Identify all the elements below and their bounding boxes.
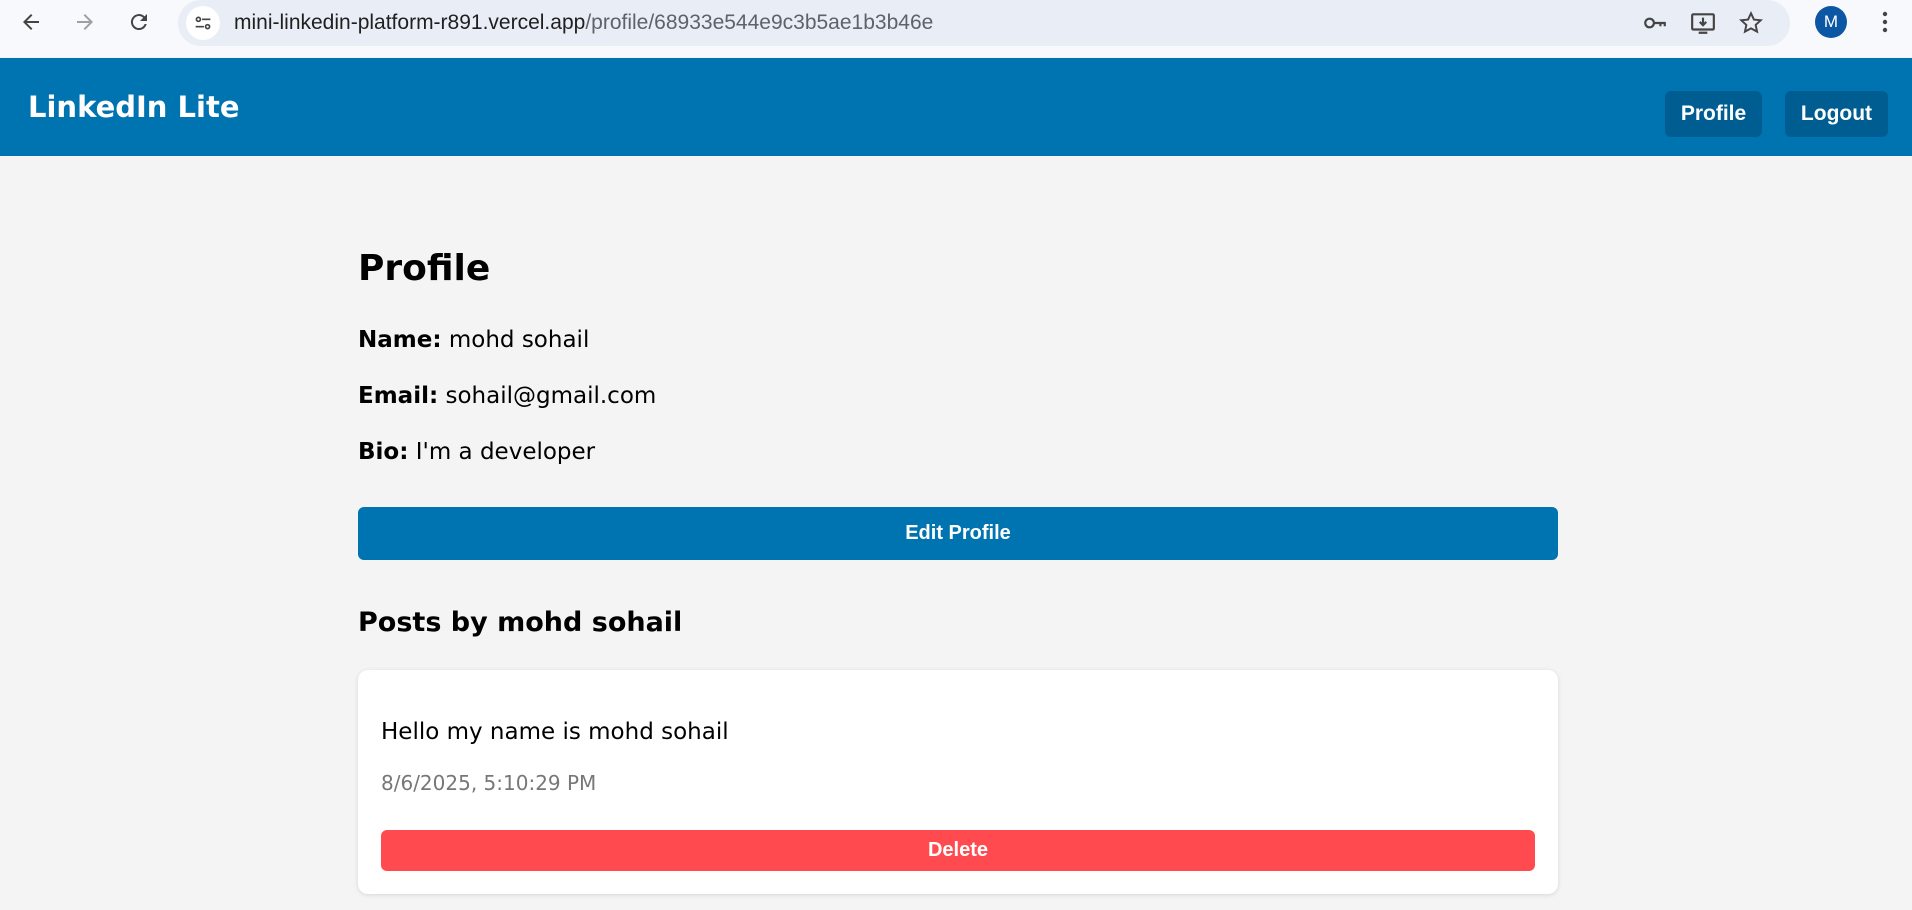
name-value: mohd sohail <box>448 327 590 353</box>
star-icon[interactable] <box>1736 8 1766 38</box>
logout-button[interactable]: Logout <box>1785 91 1888 137</box>
key-icon[interactable] <box>1640 8 1670 38</box>
post-timestamp: 8/6/2025, 5:10:29 PM <box>381 771 597 795</box>
forward-icon[interactable] <box>65 2 105 42</box>
post-card: Hello my name is mohd sohail 8/6/2025, 5… <box>358 670 1558 894</box>
name-label: Name: <box>358 327 442 353</box>
url-host: mini-linkedin-platform-r891.vercel.app <box>234 11 586 34</box>
post-content: Hello my name is mohd sohail <box>381 719 729 745</box>
kebab-menu-icon[interactable] <box>1870 6 1900 38</box>
email-field: Email: sohail@gmail.com <box>358 383 656 409</box>
bio-label: Bio: <box>358 439 409 465</box>
posts-title: Posts by mohd sohail <box>358 607 683 638</box>
email-label: Email: <box>358 383 439 409</box>
app-header: LinkedIn Lite Profile Logout <box>0 58 1912 156</box>
email-value: sohail@gmail.com <box>445 383 657 409</box>
url-text: mini-linkedin-platform-r891.vercel.app/p… <box>234 11 933 35</box>
address-bar[interactable]: mini-linkedin-platform-r891.vercel.app/p… <box>178 0 1790 46</box>
browser-toolbar: mini-linkedin-platform-r891.vercel.app/p… <box>0 0 1912 57</box>
name-field: Name: mohd sohail <box>358 327 589 353</box>
bio-field: Bio: I'm a developer <box>358 439 595 465</box>
url-path: /profile/68933e544e9c3b5ae1b3b46e <box>585 11 934 34</box>
back-icon[interactable] <box>11 2 51 42</box>
reload-icon[interactable] <box>119 2 159 42</box>
avatar[interactable]: M <box>1815 6 1847 38</box>
install-icon[interactable] <box>1688 8 1718 38</box>
page-title: Profile <box>358 248 491 289</box>
site-settings-icon[interactable] <box>186 6 220 40</box>
bio-value: I'm a developer <box>415 439 596 465</box>
delete-post-button[interactable]: Delete <box>381 830 1535 871</box>
profile-button[interactable]: Profile <box>1665 91 1762 137</box>
brand-logo[interactable]: LinkedIn Lite <box>28 90 239 124</box>
edit-profile-button[interactable]: Edit Profile <box>358 507 1558 560</box>
